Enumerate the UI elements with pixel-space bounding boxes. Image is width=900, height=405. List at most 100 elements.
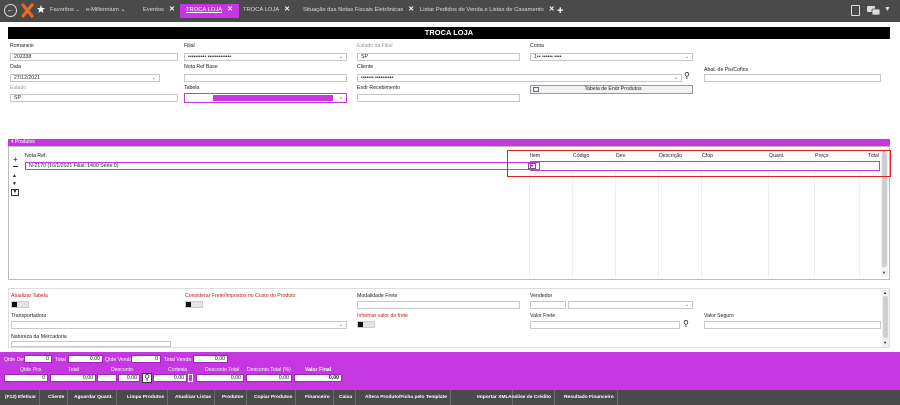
tabela-endr-produtos-button[interactable]: Tabela de Endr Produtos — [530, 85, 693, 94]
efetivar-button[interactable]: (F12) Efetivar — [2, 390, 40, 405]
desconto-value[interactable]: 0,00 — [118, 374, 140, 382]
informar-valor-frete-toggle[interactable] — [357, 321, 375, 328]
nota-ref-select[interactable]: N-2170 (16/1/2021 Filial: 1400 Série:0) … — [25, 162, 540, 170]
chat-icon[interactable] — [867, 6, 881, 16]
tab-troca-loja[interactable]: TROCA LOJA ✕ — [243, 4, 290, 18]
tab-eventos[interactable]: Eventos ✕ — [143, 4, 175, 18]
star-icon[interactable]: ★ — [36, 3, 46, 17]
search-icon[interactable]: ⚲ — [684, 71, 690, 80]
scroll-down-icon[interactable]: ▼ — [882, 270, 886, 275]
nota-ref-base-field[interactable] — [184, 74, 347, 82]
totals-footer: Qtde Dev. 0 Total 0,00 Qtde Venda 0 Tota… — [0, 352, 900, 390]
chevron-down-icon: ⌄ — [338, 95, 343, 101]
filial-label: Filial — [184, 43, 195, 49]
atualizar-tabela-label: Atualizar Tabela — [11, 293, 48, 299]
tabela-select[interactable]: ⌄ — [184, 93, 347, 103]
close-icon[interactable]: ✕ — [549, 6, 555, 13]
scroll-up-icon[interactable]: ▲ — [883, 290, 887, 295]
copiar-produtos-button[interactable]: Copiar Produtos — [251, 390, 297, 405]
vendedor-code-field[interactable] — [530, 301, 566, 309]
tabela-endr-produtos-label: Tabela de Endr Produtos — [584, 86, 642, 92]
move-up-icon[interactable]: ▲ — [12, 173, 17, 179]
valor-seguro-field[interactable] — [704, 321, 881, 329]
tab-emillennium[interactable]: e-Millennium ⌄ — [86, 4, 125, 18]
add-icon[interactable]: + — [13, 156, 18, 164]
aguardar-quant-button[interactable]: Aguardar Quant. — [71, 390, 117, 405]
data-label: Data — [10, 64, 21, 70]
limpa-produtos-button[interactable]: Limpa Produtos — [124, 390, 169, 405]
cliente-button[interactable]: Cliente — [45, 390, 69, 405]
tab-troca-loja-active[interactable]: TROCA LOJA ✕ — [180, 4, 239, 18]
cliente-select[interactable]: ••••••• •••••••••• ⌄ — [357, 74, 682, 82]
tab-suffix: ⌄ — [120, 7, 126, 13]
scroll-thumb[interactable] — [883, 296, 888, 338]
tab-situacao-notas[interactable]: Situação das Notas Fiscais Eletrônicas ✕ — [303, 4, 414, 18]
search-icon[interactable]: ⚲ — [142, 373, 152, 383]
produtos-button[interactable]: Produtos — [219, 390, 248, 405]
valor-frete-label: Valor Frete — [530, 313, 556, 319]
tabela-selected-highlight — [213, 95, 333, 101]
chevron-down-icon[interactable]: ⌄ — [152, 75, 156, 81]
add-tab-button[interactable]: + — [557, 4, 563, 18]
cortesia-checkbox[interactable] — [188, 374, 193, 382]
valor-frete-field[interactable] — [530, 321, 680, 329]
close-icon[interactable]: ✕ — [169, 6, 175, 13]
cortesia-value[interactable]: 0,00 — [153, 374, 187, 382]
app-logo-icon[interactable] — [20, 3, 35, 18]
desconto-pct-field[interactable] — [97, 374, 117, 382]
desconto-total-label: Desconto Total — [205, 367, 240, 373]
romaneio-field[interactable]: 202338 — [10, 53, 178, 61]
total-label: Total — [55, 357, 66, 363]
transportadora-select[interactable]: ⌄ — [11, 321, 347, 329]
back-icon[interactable]: ← — [4, 4, 17, 17]
search-icon[interactable]: ⚲ — [683, 319, 689, 328]
grid-divider — [572, 172, 573, 277]
nota-ref-label: Nota Ref. — [25, 153, 47, 159]
tab-label: Eventos — [143, 7, 164, 13]
chevron-down-icon: ⌄ — [684, 54, 689, 60]
financeiro-button[interactable]: Financeiro — [302, 390, 334, 405]
grid-divider — [814, 172, 815, 277]
analise-credito-button[interactable]: Análise de Crédito — [505, 390, 555, 405]
caixa-button[interactable]: Caixa — [336, 390, 357, 405]
tab-listar-pedidos[interactable]: Listar Pedidos de Venda e Listas de Casa… — [420, 4, 555, 18]
considerar-frete-toggle[interactable] — [185, 301, 203, 308]
filial-select[interactable]: •••••••••• ••••••••••••• ⌄ — [184, 53, 347, 61]
produtos-header[interactable]: ▾ Produtos — [8, 139, 890, 146]
filter-icon[interactable]: ▼ — [11, 189, 19, 196]
clipboard-icon[interactable] — [851, 5, 860, 16]
atualizar-tabela-toggle[interactable] — [11, 301, 29, 308]
data-field[interactable]: 27/12/2021 ⌄ — [10, 74, 160, 82]
modalidade-frete-select[interactable] — [357, 301, 520, 309]
estado-filial-label: Estado da Filial — [357, 43, 393, 49]
scroll-down-icon[interactable]: ▼ — [883, 340, 887, 345]
more-icon[interactable]: ▼ — [884, 5, 891, 15]
close-icon[interactable]: ✕ — [284, 6, 290, 13]
close-icon[interactable]: ✕ — [227, 6, 233, 13]
vendedor-label: Vendedor — [530, 293, 553, 299]
move-down-icon[interactable]: ▼ — [12, 181, 17, 187]
estado-filial-field: SP — [357, 53, 520, 61]
conta-select[interactable]: 1•• •••••• •••• ⌄ — [530, 53, 693, 61]
romaneio-label: Romaneio — [10, 43, 34, 49]
favoritos-menu[interactable]: Favoritos ⌄ — [50, 4, 80, 18]
remove-icon[interactable] — [13, 166, 18, 167]
abat-pis-cofins-field[interactable] — [704, 74, 881, 82]
conta-value: 1•• •••••• •••• — [534, 54, 562, 60]
grid-divider — [768, 172, 769, 277]
close-icon[interactable]: ✕ — [408, 6, 414, 13]
options-scrollbar[interactable]: ▲ ▼ — [882, 290, 889, 347]
vendedor-select[interactable]: ⌄ — [568, 301, 693, 309]
modalidade-frete-label: Modalidade Frete — [357, 293, 398, 299]
endr-recebimento-field[interactable] — [357, 94, 520, 102]
resultado-financeiro-button[interactable]: Resultado Financeiro — [561, 390, 618, 405]
tab-label: Listar Pedidos de Venda e Listas de Casa… — [420, 7, 544, 13]
atualizar-listas-button[interactable]: Atualizar Listas — [172, 390, 216, 405]
natureza-mercadoria-field[interactable] — [11, 341, 171, 347]
cliente-label: Cliente — [357, 64, 374, 70]
grid-divider — [701, 172, 702, 277]
altera-produto-button[interactable]: Altera Produto/Ficha pelo Template — [362, 390, 451, 405]
valor-final-label: Valor Final — [305, 367, 332, 373]
favoritos-label: Favoritos — [50, 7, 74, 13]
grid-divider — [615, 172, 616, 277]
